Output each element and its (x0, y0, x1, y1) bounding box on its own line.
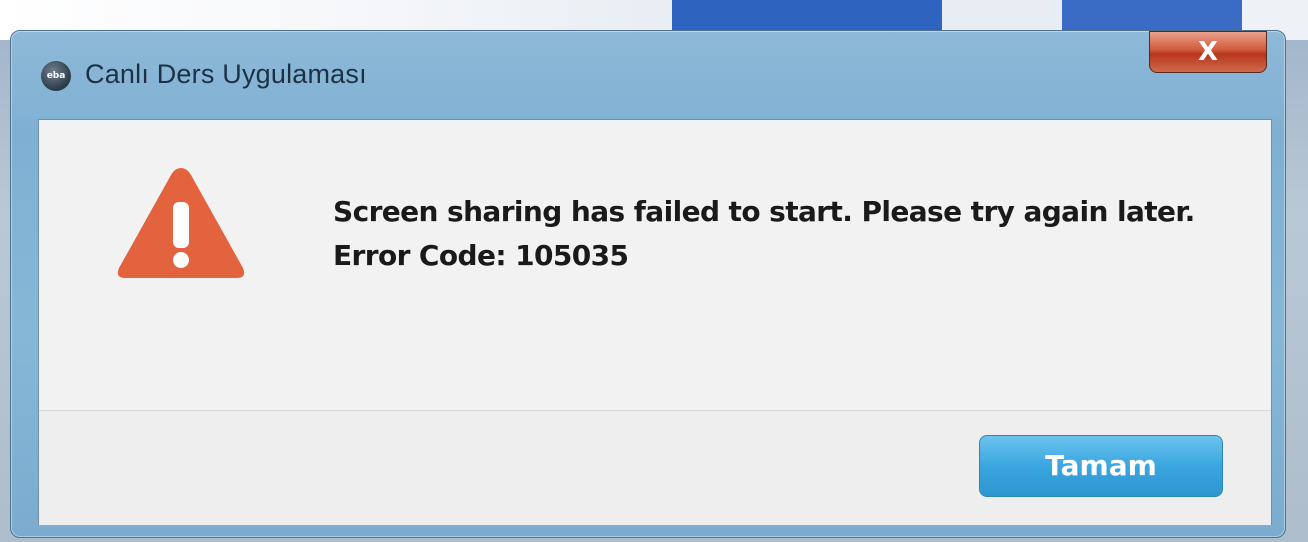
app-icon: eba (41, 61, 71, 91)
dialog-footer: Tamam (39, 410, 1271, 525)
title-bar[interactable]: eba Canlı Ders Uygulaması X (11, 31, 1285, 119)
close-icon: X (1197, 37, 1219, 67)
close-button[interactable]: X (1149, 31, 1267, 73)
dialog-content: Screen sharing has failed to start. Plea… (38, 119, 1272, 525)
error-message: Screen sharing has failed to start. Plea… (333, 190, 1195, 278)
ok-button[interactable]: Tamam (979, 435, 1223, 497)
warning-triangle-icon (117, 168, 245, 278)
error-message-text: Screen sharing has failed to start. Plea… (333, 195, 1195, 228)
error-dialog-window: eba Canlı Ders Uygulaması X Screen shari… (10, 30, 1286, 538)
error-code-text: Error Code: 105035 (333, 239, 629, 272)
window-title: Canlı Ders Uygulaması (85, 59, 367, 89)
